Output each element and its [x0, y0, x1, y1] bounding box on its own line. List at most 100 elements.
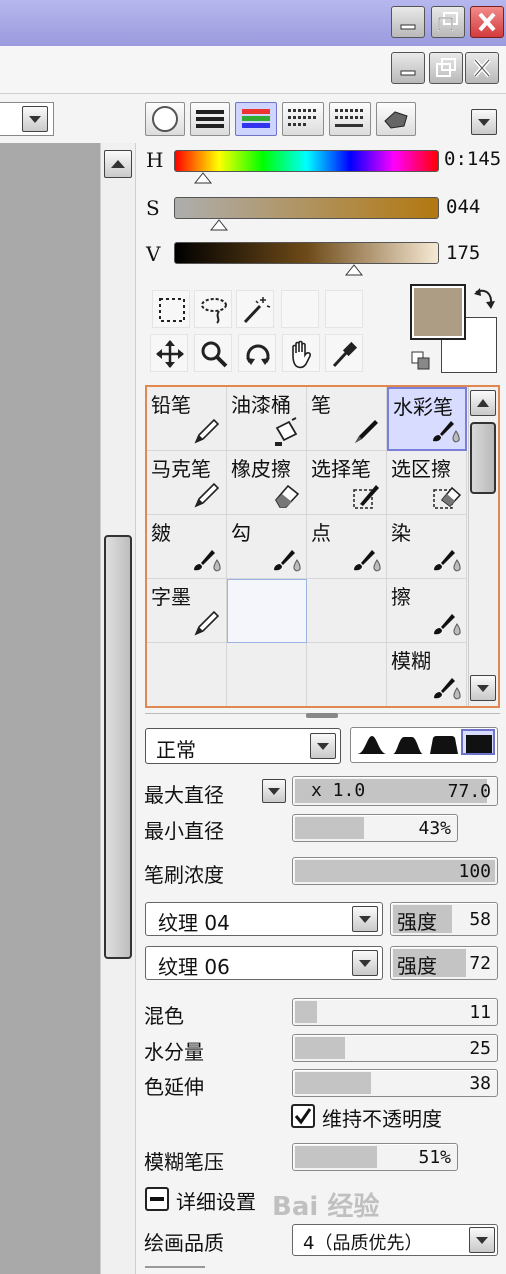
brush-drop-icon — [434, 550, 461, 572]
texture-2-strength-slider[interactable]: 强度 72 — [390, 946, 498, 980]
doc-close-button[interactable] — [465, 52, 499, 84]
swatch-list-tab[interactable] — [329, 102, 371, 136]
max-diameter-multiplier: x 1.0 — [311, 780, 366, 801]
eyedropper-tool[interactable] — [325, 334, 363, 372]
detail-settings-toggle[interactable] — [145, 1187, 169, 1211]
texture-1-value: 纹理 04 — [158, 911, 230, 935]
doc-maximize-button[interactable] — [429, 52, 463, 84]
rotate-icon — [246, 344, 270, 365]
brush-label: 染 — [391, 521, 411, 545]
max-diameter-preset-button[interactable] — [262, 779, 286, 803]
water-amount-value: 25 — [469, 1037, 491, 1059]
canvas-scroll-up-button[interactable] — [104, 150, 132, 178]
doc-minimize-button[interactable] — [391, 52, 425, 84]
brush-slot[interactable]: 选择笔 — [307, 451, 387, 515]
swatch-grid-tab[interactable] — [282, 102, 324, 136]
canvas-area[interactable] — [0, 143, 100, 1274]
foreground-color-swatch[interactable] — [410, 284, 466, 340]
brush-slot[interactable]: 模糊 — [387, 643, 467, 706]
brush-slot[interactable]: 点 — [307, 515, 387, 579]
reset-colors-icon[interactable] — [410, 350, 432, 372]
empty-brush-slot — [227, 579, 307, 643]
chevron-up-icon — [111, 160, 125, 168]
move-tool[interactable] — [150, 334, 188, 372]
brush-slot[interactable]: 擦 — [387, 579, 467, 643]
minimize-icon — [400, 24, 416, 30]
magic-wand-tool[interactable] — [236, 290, 274, 328]
brush-slot[interactable]: 铅笔 — [147, 387, 227, 451]
maximize-button[interactable] — [431, 6, 465, 38]
zoom-tool[interactable] — [194, 334, 232, 372]
hand-tool[interactable] — [282, 334, 320, 372]
blend-mode-dropdown-button[interactable] — [310, 733, 336, 759]
texture-2-strength-label: 强度 — [397, 954, 437, 978]
hue-slider-marker[interactable] — [194, 172, 213, 184]
brush-slot[interactable]: 皴 — [147, 515, 227, 579]
slider-lines-icon — [196, 110, 224, 128]
brush-slot[interactable]: 水彩笔 — [387, 387, 467, 451]
brush-scroll-up-button[interactable] — [470, 390, 496, 416]
color-mix-slider[interactable]: 11 — [292, 998, 498, 1026]
paint-quality-dropdown-button[interactable] — [469, 1227, 495, 1253]
hue-slider[interactable] — [174, 150, 439, 172]
paint-quality-select[interactable]: 4（品质优先） — [292, 1224, 498, 1256]
minimize-button[interactable] — [391, 6, 425, 38]
brush-drop-icon — [433, 421, 460, 443]
brush-scroll-thumb[interactable] — [470, 422, 496, 494]
texture-2-select[interactable]: 纹理 06 — [145, 946, 383, 980]
close-button[interactable] — [470, 6, 504, 38]
texture-1-strength-slider[interactable]: 强度 58 — [390, 902, 498, 936]
texture-1-strength-label: 强度 — [397, 910, 437, 934]
hsv-slider-tab[interactable] — [235, 102, 277, 136]
bucket-icon — [275, 417, 298, 446]
rotate-tool[interactable] — [238, 334, 276, 372]
scratchpad-tab[interactable] — [376, 102, 416, 136]
close-icon — [473, 58, 491, 78]
medium-edge-icon[interactable] — [391, 732, 425, 758]
brush-slot[interactable]: 马克笔 — [147, 451, 227, 515]
texture-2-dropdown-button[interactable] — [352, 950, 378, 976]
color-wheel-tab[interactable] — [145, 102, 185, 136]
rect-select-tool[interactable] — [152, 290, 190, 328]
rgb-slider-tab[interactable] — [190, 102, 230, 136]
divider-grip[interactable] — [306, 713, 338, 718]
chevron-down-icon — [478, 119, 490, 126]
color-stretch-slider[interactable]: 38 — [292, 1069, 498, 1097]
swap-colors-icon[interactable] — [472, 286, 496, 312]
value-slider[interactable] — [174, 242, 439, 264]
min-diameter-label: 最小直径 — [144, 819, 224, 843]
magnifier-icon — [201, 341, 228, 368]
square-edge-icon[interactable] — [461, 729, 495, 755]
keep-opacity-checkbox[interactable] — [291, 1104, 315, 1128]
saturation-slider[interactable] — [174, 197, 439, 219]
chevron-down-icon — [29, 116, 41, 123]
pen-icon — [355, 420, 378, 443]
blend-mode-select[interactable]: 正常 — [145, 728, 341, 764]
brush-slot[interactable]: 笔 — [307, 387, 387, 451]
brush-slot[interactable]: 选区擦 — [387, 451, 467, 515]
brush-slot[interactable]: 字墨 — [147, 579, 227, 643]
water-amount-slider[interactable]: 25 — [292, 1034, 498, 1062]
color-panel-menu-button[interactable] — [471, 109, 497, 135]
lasso-tool[interactable] — [194, 290, 232, 328]
brush-slot[interactable]: 勾 — [227, 515, 307, 579]
blur-pressure-slider[interactable]: 51% — [292, 1143, 458, 1171]
brush-density-slider[interactable]: 100 — [292, 857, 498, 885]
max-diameter-slider[interactable]: x 1.0 77.0 — [292, 776, 498, 806]
saturation-slider-marker[interactable] — [210, 219, 229, 231]
brush-label: 选区擦 — [391, 457, 451, 481]
texture-1-dropdown-button[interactable] — [352, 906, 378, 932]
brush-scroll-down-button[interactable] — [470, 675, 496, 701]
texture-1-select[interactable]: 纹理 04 — [145, 902, 383, 936]
color-stretch-value: 38 — [469, 1072, 491, 1094]
canvas-scroll-thumb[interactable] — [104, 535, 132, 959]
hard-edge-icon[interactable] — [427, 732, 461, 758]
brush-slot[interactable]: 油漆桶 — [227, 387, 307, 451]
brush-slot[interactable]: 橡皮擦 — [227, 451, 307, 515]
soft-edge-icon[interactable] — [355, 732, 389, 758]
brush-slot[interactable]: 染 — [387, 515, 467, 579]
left-combo-dropdown-button[interactable] — [22, 106, 48, 132]
empty-brush-slot — [147, 643, 227, 706]
min-diameter-slider[interactable]: 43% — [292, 814, 458, 842]
value-slider-marker[interactable] — [345, 264, 364, 276]
